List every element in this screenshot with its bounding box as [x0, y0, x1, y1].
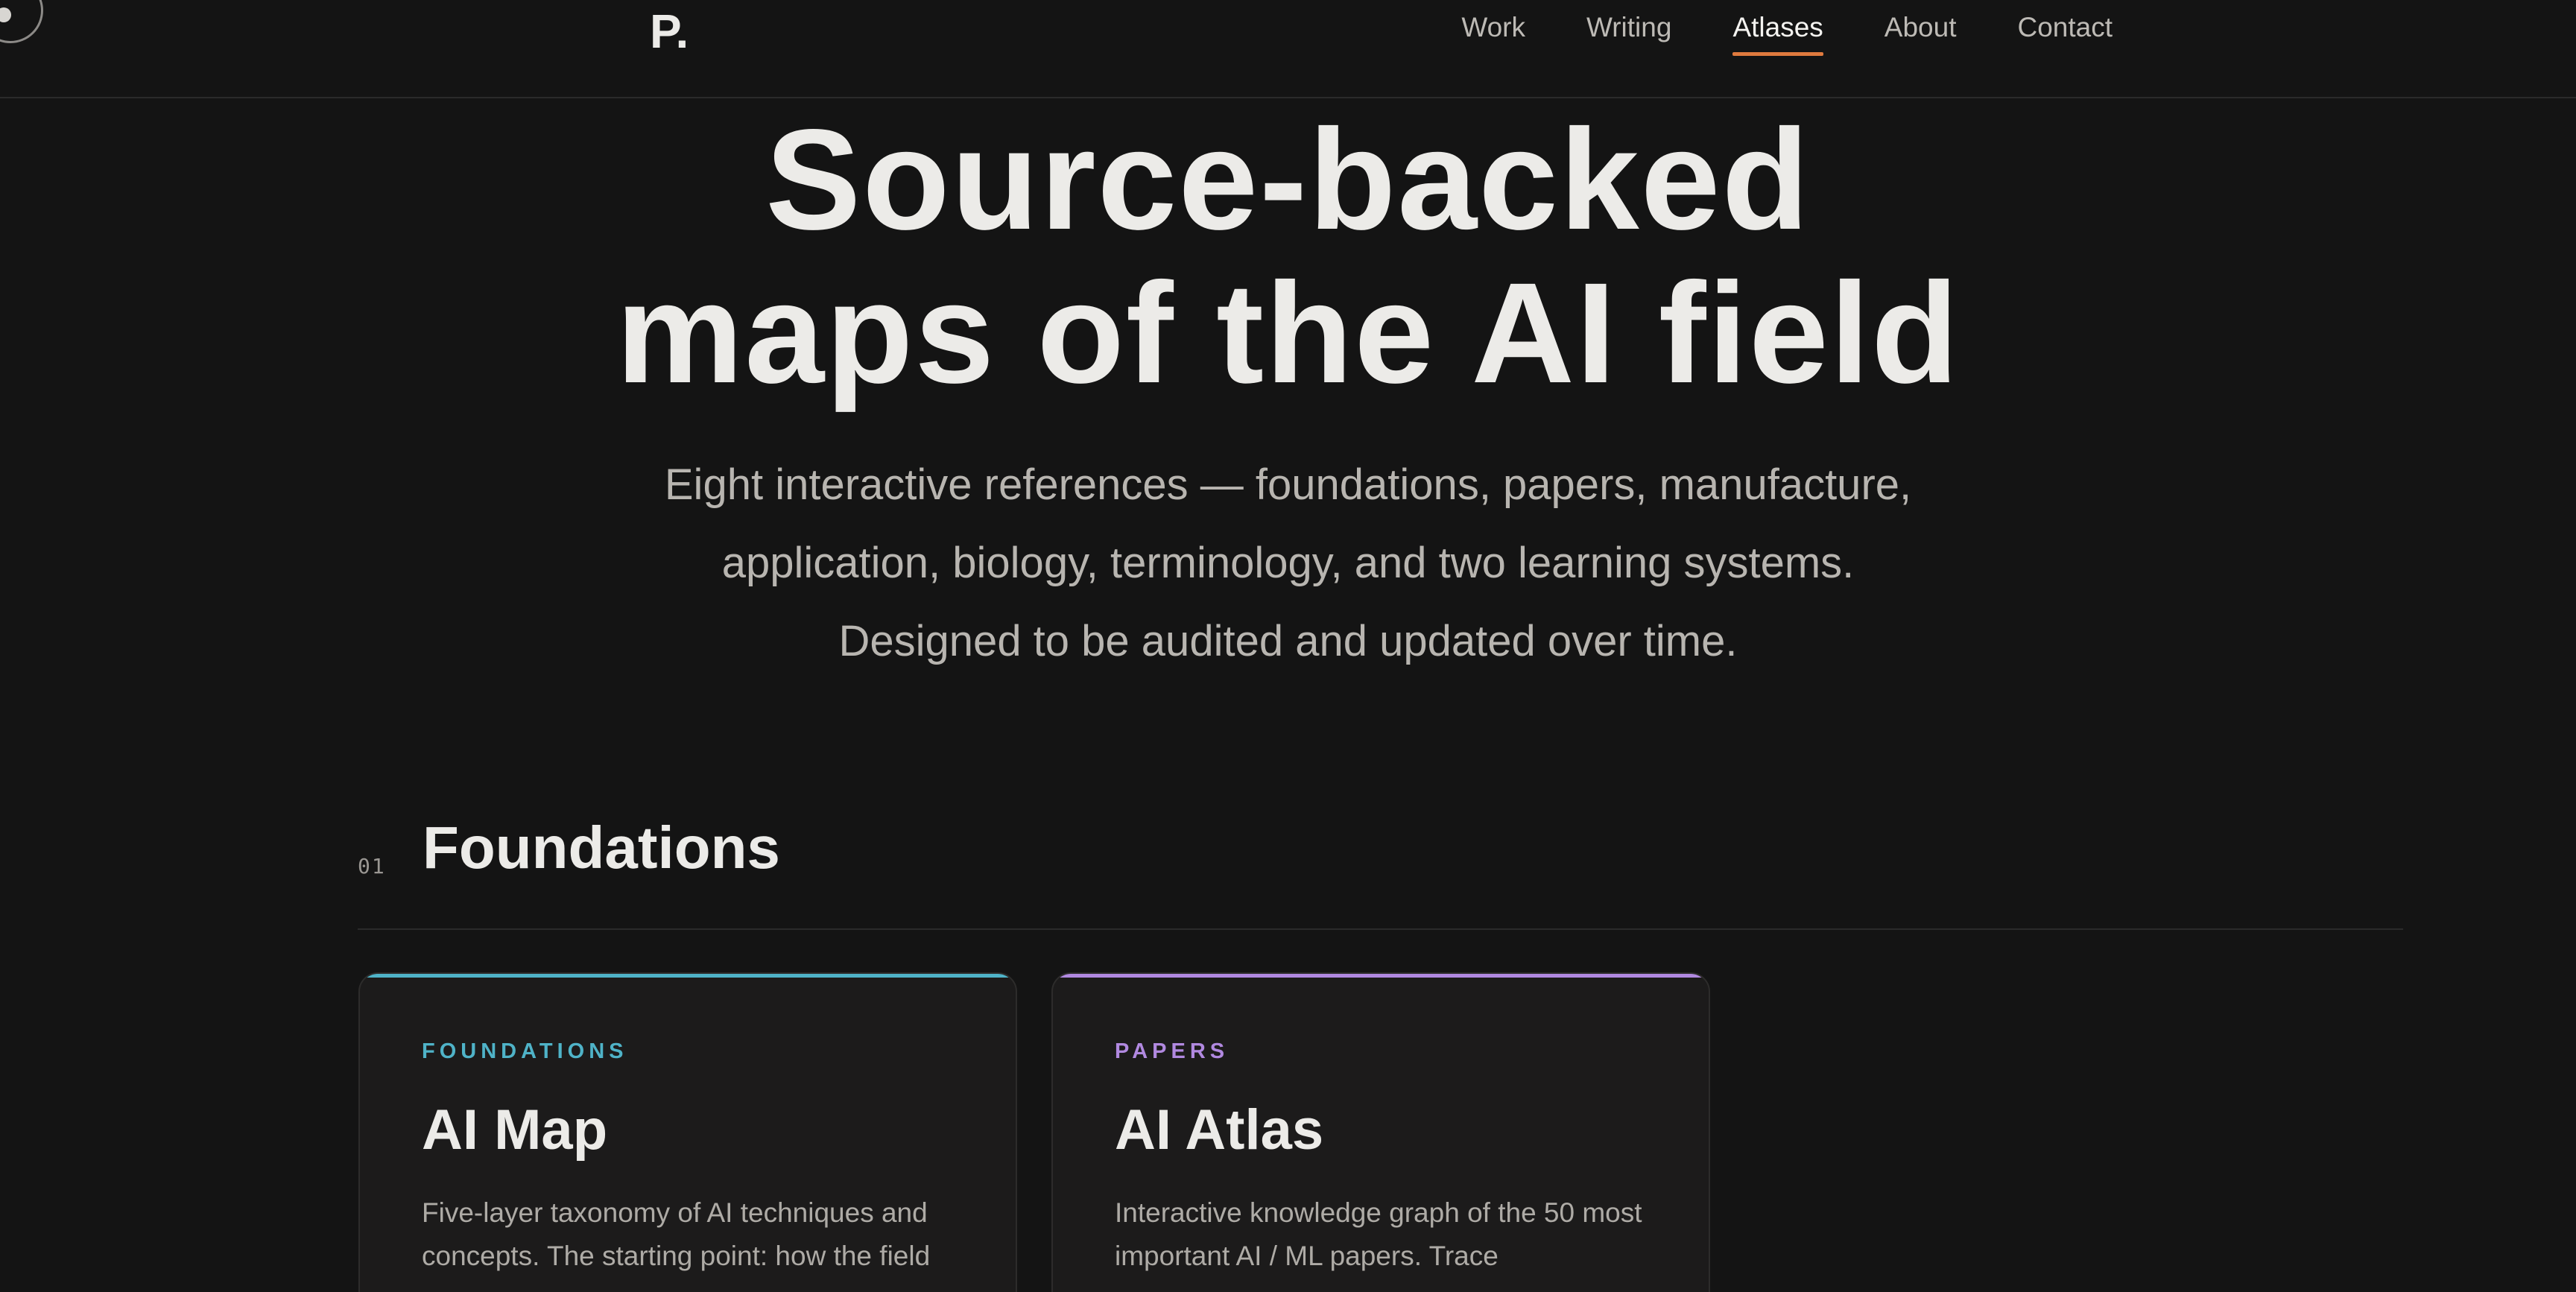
- card-title: AI Atlas: [1115, 1098, 1324, 1162]
- card-category: FOUNDATIONS: [422, 1039, 628, 1063]
- section-number: 01: [358, 854, 386, 878]
- hero-subtitle: Eight interactive references — foundatio…: [0, 446, 2576, 680]
- card-description: Interactive knowledge graph of the 50 mo…: [1115, 1197, 1642, 1271]
- card-ai-atlas[interactable]: PAPERS AI Atlas Interactive knowledge gr…: [1051, 972, 1710, 1292]
- nav-item-work[interactable]: Work: [1461, 13, 1525, 56]
- card-ai-map[interactable]: FOUNDATIONS AI Map Five-layer taxonomy o…: [358, 972, 1017, 1292]
- card-accent-bar: [1053, 974, 1709, 978]
- hero-subtitle-line-2: application, biology, terminology, and t…: [721, 539, 1855, 587]
- hero-title-line-2: maps of the AI field: [615, 253, 1961, 413]
- nav-item-contact[interactable]: Contact: [2017, 13, 2113, 56]
- main-nav: Work Writing Atlases About Contact: [1461, 13, 2113, 56]
- hero-title-line-1: Source-backed: [765, 99, 1811, 259]
- nav-item-writing[interactable]: Writing: [1586, 13, 1671, 56]
- card-accent-bar: [360, 974, 1016, 978]
- hero-title: Source-backed maps of the AI field: [0, 103, 2576, 410]
- hero-subtitle-line-3: Designed to be audited and updated over …: [838, 617, 1738, 665]
- section-title: Foundations: [423, 814, 780, 881]
- nav-item-atlases[interactable]: Atlases: [1732, 13, 1824, 56]
- card-description: Five-layer taxonomy of AI techniques and…: [422, 1197, 931, 1271]
- site-logo[interactable]: P.: [650, 7, 689, 55]
- section-divider: [358, 928, 2403, 930]
- card-category: PAPERS: [1115, 1039, 1230, 1063]
- card-title: AI Map: [422, 1098, 608, 1162]
- top-nav-bar: P. Work Writing Atlases About Contact: [0, 0, 2576, 98]
- hero-subtitle-line-1: Eight interactive references — foundatio…: [664, 460, 1912, 509]
- nav-item-about[interactable]: About: [1884, 13, 1957, 56]
